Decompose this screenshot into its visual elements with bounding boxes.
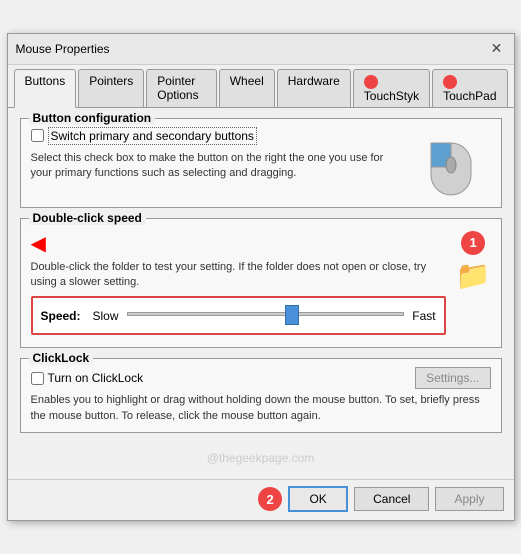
double-click-desc: Double-click the folder to test your set… xyxy=(31,260,446,291)
fast-label: Fast xyxy=(412,309,435,323)
speed-slider-container xyxy=(127,304,405,327)
apply-button[interactable]: Apply xyxy=(435,487,503,511)
clicklock-row: Turn on ClickLock Settings... xyxy=(31,367,491,389)
double-click-body: ◀ Double-click the folder to test your s… xyxy=(31,231,491,340)
button-config-desc: Select this check box to make the button… xyxy=(31,151,401,182)
close-button[interactable]: ✕ xyxy=(488,40,506,58)
mouse-properties-window: Mouse Properties ✕ Buttons Pointers Poin… xyxy=(7,33,515,521)
ok-wrapper: 2 OK xyxy=(258,486,348,512)
footer: 2 OK Cancel Apply xyxy=(8,479,514,520)
button-config-left: Switch primary and secondary buttons Sel… xyxy=(31,127,401,199)
watermark: @thegeekpage.com xyxy=(20,443,502,469)
tab-touchstyk[interactable]: TouchStyk xyxy=(353,69,430,107)
speed-row: Speed: Slow Fast xyxy=(31,296,446,335)
tab-hardware[interactable]: Hardware xyxy=(277,69,351,107)
tab-touchpad[interactable]: TouchPad xyxy=(432,69,507,107)
double-click-right: 1 📁 xyxy=(456,231,491,292)
switch-buttons-label: Switch primary and secondary buttons xyxy=(48,127,257,145)
button-config-body: Switch primary and secondary buttons Sel… xyxy=(31,127,491,199)
clicklock-desc: Enables you to highlight or drag without… xyxy=(31,393,491,424)
ok-button[interactable]: OK xyxy=(288,486,348,512)
red-arrow-icon: ◀ xyxy=(31,231,46,256)
button-config-title: Button configuration xyxy=(29,111,156,125)
cancel-button[interactable]: Cancel xyxy=(354,487,429,511)
badge-2: 2 xyxy=(258,487,282,511)
window-title: Mouse Properties xyxy=(16,42,110,56)
clicklock-section: ClickLock Turn on ClickLock Settings... … xyxy=(20,358,502,433)
slow-label: Slow xyxy=(93,309,119,323)
speed-slider[interactable] xyxy=(127,304,405,324)
mouse-image-container xyxy=(411,127,491,199)
touchstyk-icon xyxy=(364,75,378,89)
button-config-section: Button configuration Switch primary and … xyxy=(20,118,502,208)
folder-icon[interactable]: 📁 xyxy=(456,259,491,292)
clicklock-checkbox-row: Turn on ClickLock xyxy=(31,371,144,385)
speed-label: Speed: xyxy=(41,309,81,323)
tab-content: Button configuration Switch primary and … xyxy=(8,108,514,480)
touchpad-icon xyxy=(443,75,457,89)
double-click-left: ◀ Double-click the folder to test your s… xyxy=(31,231,446,340)
badge-1: 1 xyxy=(461,231,485,255)
title-bar: Mouse Properties ✕ xyxy=(8,34,514,65)
settings-button[interactable]: Settings... xyxy=(415,367,490,389)
tabs-bar: Buttons Pointers Pointer Options Wheel H… xyxy=(8,65,514,108)
switch-buttons-checkbox[interactable] xyxy=(31,129,44,142)
tab-buttons[interactable]: Buttons xyxy=(14,69,77,108)
clicklock-checkbox[interactable] xyxy=(31,372,44,385)
double-click-header: ◀ xyxy=(31,231,446,256)
tab-wheel[interactable]: Wheel xyxy=(219,69,275,107)
clicklock-label-text: Turn on ClickLock xyxy=(48,371,144,385)
double-click-section: Double-click speed ◀ Double-click the fo… xyxy=(20,218,502,349)
clicklock-title: ClickLock xyxy=(29,351,94,365)
mouse-image-icon xyxy=(423,127,479,199)
tab-pointer-options[interactable]: Pointer Options xyxy=(146,69,216,107)
double-click-title: Double-click speed xyxy=(29,211,146,225)
switch-buttons-row: Switch primary and secondary buttons xyxy=(31,127,401,145)
tab-pointers[interactable]: Pointers xyxy=(78,69,144,107)
